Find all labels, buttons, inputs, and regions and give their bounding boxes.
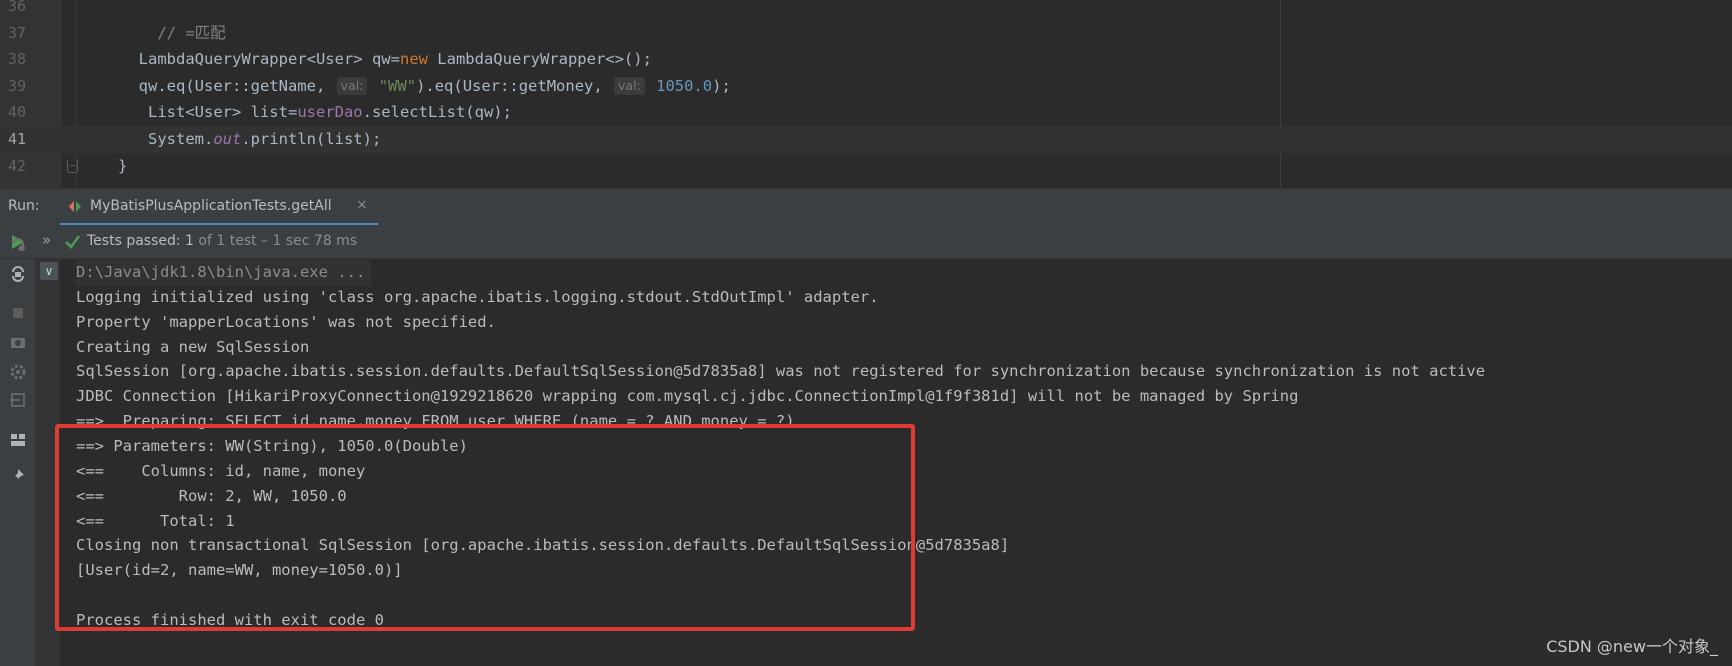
- code-token: ).eq(User::getMoney,: [416, 76, 613, 95]
- exit-icon[interactable]: [9, 391, 27, 409]
- rerun-failed-icon[interactable]: [9, 235, 27, 253]
- test-results-toolbar: » Tests passed: 1 of 1 test – 1 sec 78 m…: [0, 225, 1732, 259]
- test-run-icon: [69, 201, 81, 212]
- chevron-down-icon[interactable]: ∨: [40, 262, 58, 280]
- highlight-annotation-box: [55, 424, 915, 631]
- line-code: System.out.println(list);: [120, 126, 381, 153]
- code-token: // =匹配: [157, 23, 226, 42]
- code-editor[interactable]: 36 37 // =匹配 38 LambdaQueryWrapper<User> q…: [0, 0, 1732, 188]
- console-line: Property 'mapperLocations' was not speci…: [76, 312, 496, 331]
- run-tool-window-header: Run: MyBatisPlusApplicationTests.getAll …: [0, 188, 1732, 226]
- run-label: Run:: [8, 198, 40, 214]
- line-number: 42: [7, 156, 26, 175]
- line-number: 38: [7, 50, 26, 69]
- console-line: JDBC Connection [HikariProxyConnection@1…: [76, 387, 1299, 406]
- settings-icon[interactable]: [9, 363, 27, 381]
- line-number: 36: [7, 0, 26, 15]
- console-command-line[interactable]: D:\Java\jdk1.8\bin\java.exe ...: [76, 259, 372, 286]
- console-line: SqlSession [org.apache.ibatis.session.de…: [76, 362, 1486, 381]
- layout-icon[interactable]: [9, 431, 27, 449]
- run-side-toolbar: [0, 238, 36, 666]
- screenshot-icon[interactable]: [9, 333, 27, 351]
- code-line[interactable]: 37 // =匹配: [0, 20, 1732, 47]
- code-token: }: [118, 156, 128, 175]
- watermark: CSDN @new一个对象_: [1546, 637, 1718, 656]
- parameter-hint: val:: [614, 76, 645, 95]
- code-token: LambdaQueryWrapper<>();: [427, 50, 652, 69]
- code-line[interactable]: 42}: [0, 153, 1732, 180]
- line-code: // =匹配: [120, 20, 226, 47]
- run-tab-getall[interactable]: MyBatisPlusApplicationTests.getAll ×: [60, 189, 378, 226]
- line-code: qw.eq(User::getName, val: "WW").eq(User:…: [120, 73, 731, 100]
- line-code: List<User> list=userDao.selectList(qw);: [120, 99, 512, 126]
- line-number: 39: [7, 76, 26, 95]
- tests-status: Tests passed: 1 of 1 test – 1 sec 78 ms: [87, 233, 357, 249]
- stop-icon[interactable]: [9, 304, 27, 322]
- check-icon: [65, 235, 81, 249]
- tests-status-label: Tests passed:: [87, 233, 181, 249]
- code-token: );: [712, 76, 731, 95]
- code-token: .selectList(qw);: [362, 103, 512, 122]
- code-line[interactable]: 36: [0, 0, 1732, 20]
- console-line: Logging initialized using 'class org.apa…: [76, 287, 879, 306]
- code-line[interactable]: 38 LambdaQueryWrapper<User> qw=new Lambd…: [0, 46, 1732, 73]
- code-token: out: [213, 130, 242, 148]
- code-token: LambdaQueryWrapper<User> qw=: [120, 50, 400, 69]
- code-line[interactable]: 41 System.out.println(list);: [0, 126, 1732, 153]
- code-line[interactable]: 40 List<User> list=userDao.selectList(qw…: [0, 99, 1732, 126]
- code-line[interactable]: 39 qw.eq(User::getName, val: "WW").eq(Us…: [0, 73, 1732, 100]
- pin-icon[interactable]: [9, 467, 27, 485]
- chevron-right-icon[interactable]: »: [42, 231, 51, 249]
- code-token: qw.eq(User::getName,: [120, 76, 335, 95]
- line-number: 37: [7, 23, 26, 42]
- tests-count: 1: [185, 233, 194, 249]
- code-token: List<User> list=: [120, 103, 298, 122]
- close-icon[interactable]: ×: [356, 197, 368, 213]
- parameter-hint: val:: [336, 76, 368, 95]
- code-token: 1050.0: [646, 76, 713, 95]
- line-code: }: [118, 153, 127, 180]
- code-token: "WW": [369, 76, 417, 95]
- code-token: .println(list);: [241, 130, 382, 148]
- line-number: 41: [7, 130, 26, 148]
- fold-icon[interactable]: [67, 159, 78, 173]
- code-token: userDao: [297, 103, 363, 122]
- console-line: Creating a new SqlSession: [76, 337, 310, 356]
- code-token: System.: [120, 130, 214, 148]
- code-token: new: [399, 50, 428, 69]
- toggle-auto-test-icon[interactable]: [9, 265, 27, 283]
- tests-detail: of 1 test – 1 sec 78 ms: [198, 233, 358, 249]
- line-number: 40: [7, 103, 26, 122]
- line-code: LambdaQueryWrapper<User> qw=new LambdaQu…: [120, 46, 652, 73]
- run-tab-label: MyBatisPlusApplicationTests.getAll: [90, 198, 332, 214]
